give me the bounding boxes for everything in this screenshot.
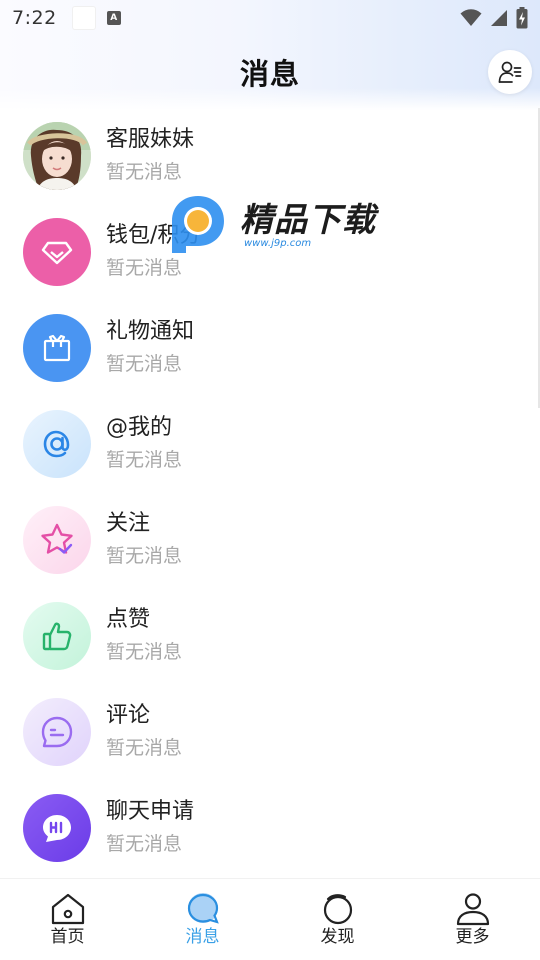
tab-label: 消息: [185, 927, 220, 947]
cell-signal-icon: [491, 10, 507, 26]
item-title: 钱包/积分: [106, 223, 202, 248]
list-item-mentions[interactable]: @我的 暂无消息: [0, 396, 540, 492]
diamond-icon: [41, 241, 73, 265]
tab-label: 首页: [50, 927, 85, 947]
item-subtitle: 暂无消息: [106, 833, 183, 855]
item-title: 点赞: [106, 607, 151, 632]
list-item-wallet[interactable]: 钱包/积分 暂无消息: [0, 204, 540, 300]
item-subtitle: 暂无消息: [106, 737, 183, 759]
bottom-tab-bar: 首页 消息 发现 更多: [0, 878, 540, 960]
tab-discover[interactable]: 发现: [270, 879, 405, 960]
battery-icon: [516, 7, 528, 29]
likes-avatar: [23, 602, 91, 670]
list-item-customer-service[interactable]: 客服妹妹 暂无消息: [0, 108, 540, 204]
item-subtitle: 暂无消息: [106, 161, 183, 183]
star-icon: [41, 523, 73, 554]
list-item-follow[interactable]: 关注 暂无消息: [0, 492, 540, 588]
comment-icon: [41, 716, 73, 748]
item-title: @我的: [106, 415, 173, 440]
item-title: 礼物通知: [106, 319, 195, 344]
tab-messages[interactable]: 消息: [135, 879, 270, 960]
contacts-button[interactable]: [488, 50, 532, 94]
keyboard-icon: A: [106, 11, 121, 25]
item-subtitle: 暂无消息: [106, 257, 183, 279]
item-subtitle: 暂无消息: [106, 353, 183, 375]
page-title: 消息: [239, 57, 300, 91]
tab-more[interactable]: 更多: [405, 879, 540, 960]
discover-icon: [323, 894, 352, 925]
item-subtitle: 暂无消息: [106, 641, 183, 663]
top-header: 消息: [0, 40, 540, 104]
message-icon: [187, 893, 219, 924]
tab-label: 发现: [320, 927, 355, 947]
item-title: 客服妹妹: [106, 127, 195, 152]
home-icon: [51, 893, 84, 925]
profile-icon: [456, 893, 489, 926]
wifi-icon: [460, 9, 482, 26]
tab-home[interactable]: 首页: [0, 879, 135, 960]
at-icon: [43, 430, 70, 458]
list-item-likes[interactable]: 点赞 暂无消息: [0, 588, 540, 684]
thumbs-up-icon: [42, 622, 72, 651]
mentions-avatar: [23, 410, 91, 478]
hi-chat-icon: [43, 815, 71, 842]
item-subtitle: 暂无消息: [106, 449, 183, 471]
message-list: 客服妹妹 暂无消息 钱包/积分 暂无消息 礼物通知 暂无消息 @我的 暂无消息 …: [0, 108, 540, 876]
item-title: 聊天申请: [106, 799, 195, 824]
gift-avatar: [23, 314, 91, 382]
tab-label: 更多: [455, 927, 490, 947]
status-time: 7:22: [12, 7, 57, 29]
list-item-gift[interactable]: 礼物通知 暂无消息: [0, 300, 540, 396]
item-title: 评论: [106, 703, 151, 728]
status-bar: 7:22 A: [0, 0, 540, 36]
chat-request-avatar: [23, 794, 91, 862]
comments-avatar: [23, 698, 91, 766]
follow-avatar: [23, 506, 91, 574]
wallet-avatar: [23, 218, 91, 286]
service-girl-avatar: [23, 122, 91, 190]
item-title: 关注: [106, 511, 151, 536]
list-item-comments[interactable]: 评论 暂无消息: [0, 684, 540, 780]
list-item-chat-request[interactable]: 聊天申请 暂无消息: [0, 780, 540, 876]
gift-icon: [43, 334, 71, 362]
contacts-icon: [498, 61, 522, 83]
notification-icon: [72, 7, 95, 29]
item-subtitle: 暂无消息: [106, 545, 183, 567]
